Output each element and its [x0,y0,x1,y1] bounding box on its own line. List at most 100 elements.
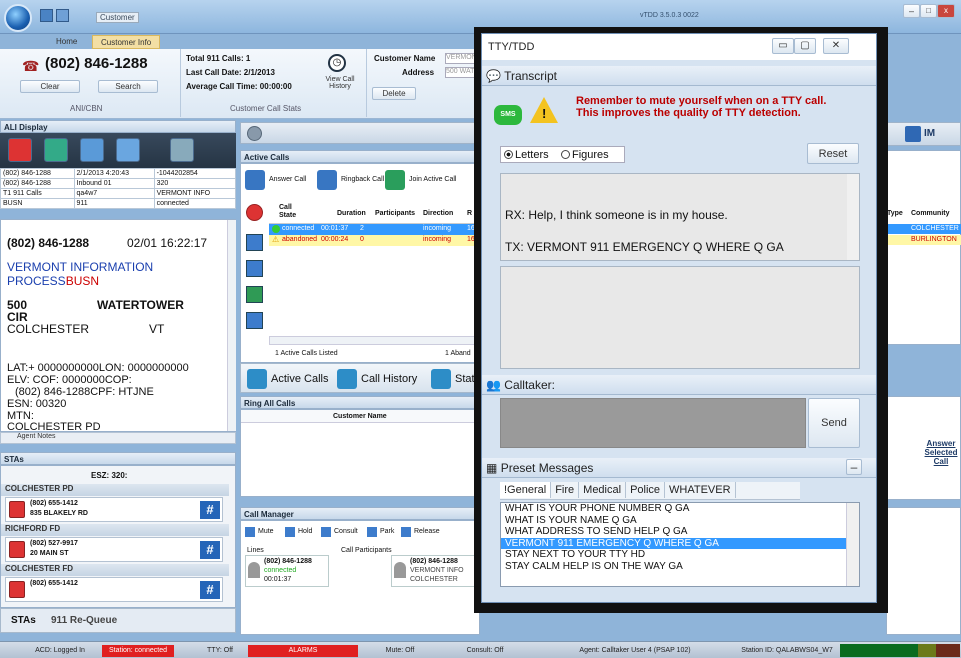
sta-card[interactable]: (802) 655-1412 # [5,577,223,602]
transfer-icon[interactable] [246,286,263,303]
tab-active-calls[interactable]: Active Calls [271,373,328,385]
list-item[interactable]: WHAT IS YOUR PHONE NUMBER Q GA [501,503,859,515]
participant-card[interactable]: (802) 846-1288 VERMONT INFO COLCHESTER [391,555,481,587]
ringback-call-button[interactable]: Ringback Call [341,176,384,183]
table-row[interactable]: ⚠ abandoned 00:00:24 0 incoming 16 [269,235,481,246]
clear-button[interactable]: Clear [20,80,80,93]
list-item[interactable]: WHAT IS YOUR NAME Q GA [501,515,859,527]
list-item[interactable]: STAY NEXT TO YOUR TTY HD [501,549,859,561]
table-row[interactable]: connected 00:01:37 2 incoming 16 [269,224,481,235]
active-calls-columns: Call State Duration Participants Directi… [269,202,481,224]
dial-hash-icon[interactable]: # [200,581,220,599]
ringback-icon[interactable] [317,170,337,190]
phone-green-icon[interactable] [44,138,68,162]
tab-requeue[interactable]: 911 Re-Queue [51,615,117,626]
col-type[interactable]: Type [887,210,903,217]
calltaker-input[interactable] [500,398,806,448]
line-card[interactable]: (802) 846-1288 connected 00:01:37 [245,555,329,587]
transfer-icon[interactable] [80,138,104,162]
list-item[interactable]: VERMONT 911 EMERGENCY Q WHERE Q GA [501,537,859,549]
ribbon-divider [180,49,181,117]
dial-hash-icon[interactable]: # [200,541,220,559]
tab-call-history[interactable]: Call History [361,373,417,385]
sta-card[interactable]: (802) 655-1412 835 BLAKELY RD # [5,497,223,522]
preset-tab[interactable]: WHATEVER [665,482,736,498]
printer-icon[interactable] [170,138,194,162]
hold-icon[interactable] [285,527,295,537]
preset-tab[interactable]: Fire [551,482,580,498]
col-r[interactable]: R [467,210,472,217]
dial-hash-icon[interactable]: # [200,501,220,519]
back-icon[interactable] [247,126,262,141]
view-history-button[interactable]: View Call History [320,76,360,90]
consult-icon[interactable] [321,527,331,537]
sta-card[interactable]: (802) 527-9917 20 MAIN ST # [5,537,223,562]
maximize-icon[interactable]: ▢ [794,38,816,54]
close-icon[interactable]: x [937,4,955,18]
minimize-icon[interactable]: ▭ [772,38,794,54]
grid-cell: 2/1/2013 4:20:43 [73,168,155,179]
tab-customer-info[interactable]: Customer Info [92,35,161,49]
answer-selected-call-button[interactable]: Answer Selected Call [923,439,959,466]
park-icon[interactable] [367,527,377,537]
active-calls-hscrollbar[interactable] [269,336,481,345]
consult-button[interactable]: Consult [334,528,358,535]
release-icon[interactable] [401,527,411,537]
join-call-icon[interactable] [385,170,405,190]
list-item[interactable]: STAY CALM HELP IS ON THE WAY GA [501,561,859,573]
ali-street: WATERTOWER [97,298,184,312]
clock-icon[interactable]: ◷ [328,54,346,72]
connected-icon [272,225,280,233]
agent-notes-toggle[interactable]: Agent Notes [0,432,236,444]
minimize-icon[interactable]: – [903,4,920,18]
send-button[interactable]: Send [808,398,860,448]
col-direction[interactable]: Direction [423,210,453,217]
hangup-icon[interactable] [246,204,263,221]
preset-tab[interactable]: !General [500,482,552,498]
mute-button[interactable]: Mute [258,528,274,535]
calculator-icon[interactable] [246,312,263,329]
col-participants[interactable]: Participants [375,210,415,217]
tab-home[interactable]: Home [48,35,85,49]
person-icon [248,562,260,578]
alarms-status[interactable]: ALARMS [248,645,358,657]
document-icon[interactable] [246,260,263,277]
answer-call-icon[interactable] [245,170,265,190]
preset-scrollbar[interactable] [846,503,859,586]
im-button[interactable]: IM [924,128,935,139]
quick-access-icon[interactable] [56,9,69,22]
tab-stas[interactable]: STAs [11,615,36,626]
hold-button[interactable]: Hold [298,528,312,535]
park-button[interactable]: Park [380,528,394,535]
search-button[interactable]: Search [98,80,158,93]
col-community[interactable]: Community [911,210,950,217]
phone-red-icon[interactable] [8,138,32,162]
collapse-button[interactable]: – [846,459,862,475]
letters-radio[interactable] [504,150,513,159]
play-icon[interactable] [246,234,263,251]
transcript-scrollbar[interactable] [847,174,859,260]
answer-call-button[interactable]: Answer Call [269,176,306,183]
incoming-text-box[interactable] [500,266,860,369]
ali-scrollbar[interactable] [227,220,236,431]
im-icon[interactable] [905,126,921,142]
col-call-state[interactable]: Call State [279,204,307,220]
release-button[interactable]: Release [414,528,440,535]
close-icon[interactable]: ✕ [823,38,849,54]
preset-tab[interactable]: Medical [579,482,627,498]
document-icon[interactable] [116,138,140,162]
list-item[interactable]: WHAT ADDRESS TO SEND HELP Q GA [501,526,859,538]
preset-tab[interactable]: Police [626,482,666,498]
mute-icon[interactable] [245,527,255,537]
call-manager-panel: Mute Hold Consult Park Release Lines Cal… [240,520,481,635]
delete-button[interactable]: Delete [372,87,416,100]
app-orb-button[interactable] [4,4,32,32]
transcript-box[interactable]: RX: Help, I think someone is in my house… [500,173,860,261]
quick-access-icon[interactable] [40,9,53,22]
reset-button[interactable]: Reset [807,143,859,164]
join-call-button[interactable]: Join Active Call [409,176,456,183]
col-customer-name[interactable]: Customer Name [333,413,387,420]
maximize-icon[interactable]: □ [920,4,937,18]
col-duration[interactable]: Duration [337,210,366,217]
figures-radio[interactable] [561,150,570,159]
